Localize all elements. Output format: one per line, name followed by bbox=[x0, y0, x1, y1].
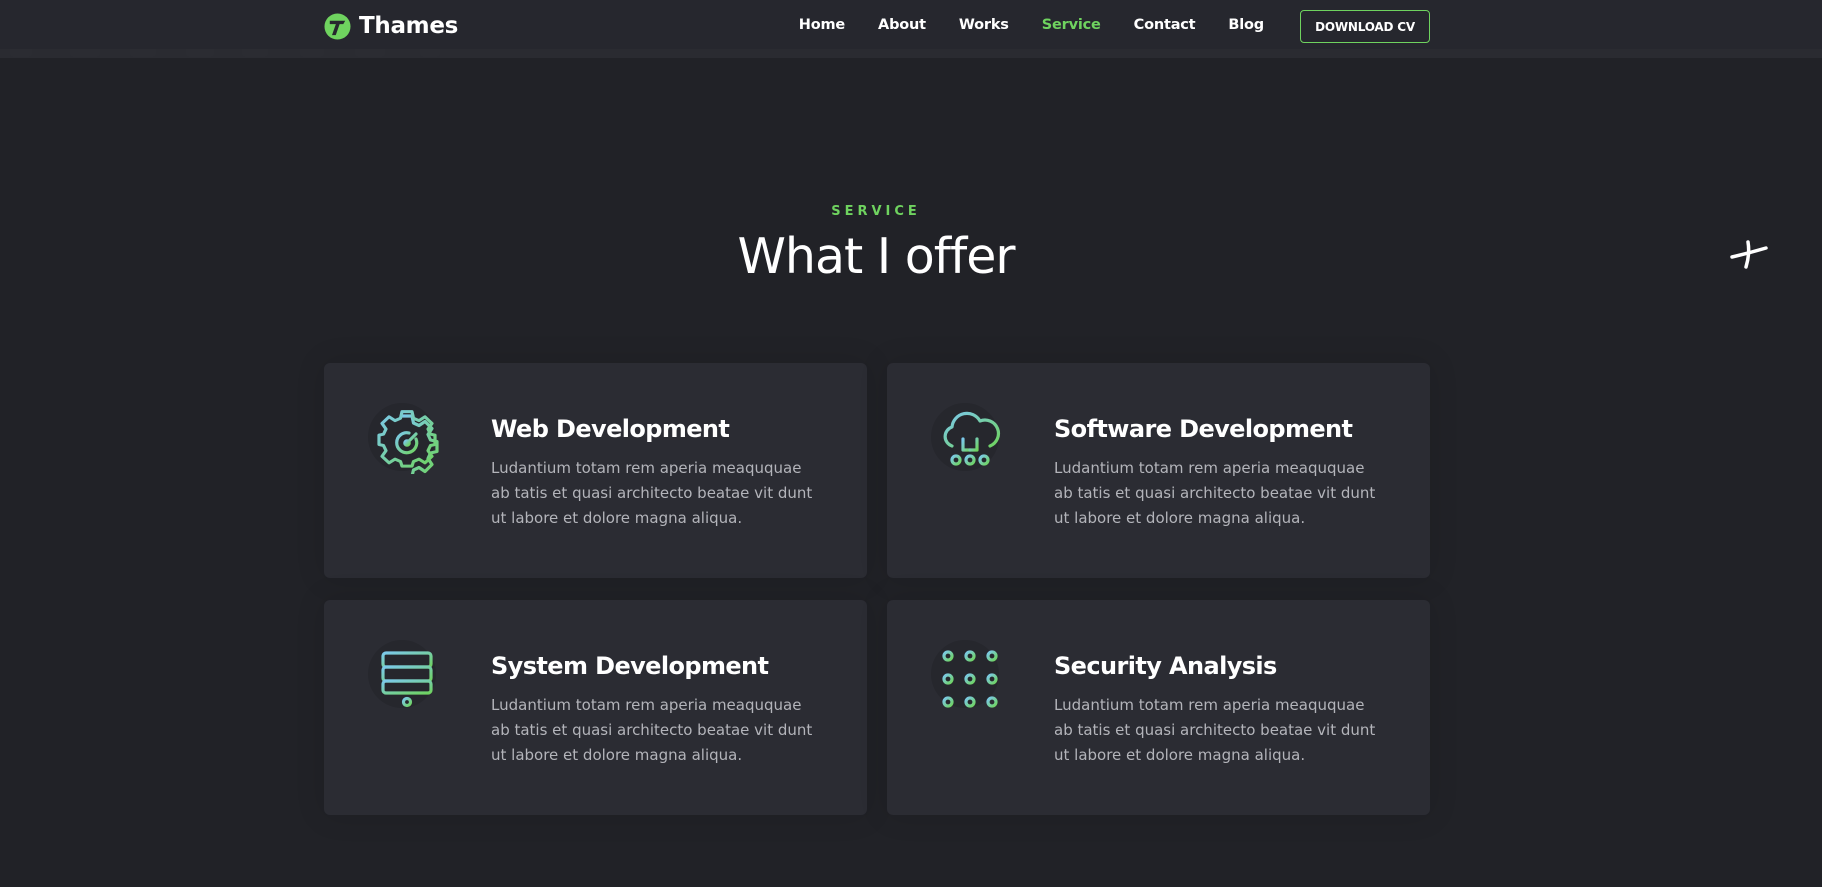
nav-about[interactable]: About bbox=[878, 17, 926, 33]
nav-service[interactable]: Service bbox=[1042, 17, 1101, 33]
section-title: What I offer bbox=[737, 228, 1015, 285]
icon-circle bbox=[931, 640, 999, 708]
site-header: Thames Home About Works Service Contact … bbox=[0, 0, 1822, 58]
service-description: Ludantium totam rem aperia meaququae ab … bbox=[1054, 459, 1376, 527]
service-title: Web Development bbox=[491, 415, 730, 443]
service-description: Ludantium totam rem aperia meaququae ab … bbox=[491, 696, 813, 764]
service-description: Ludantium totam rem aperia meaququae ab … bbox=[1054, 696, 1376, 764]
service-description: Ludantium totam rem aperia meaququae ab … bbox=[491, 459, 813, 527]
icon-circle bbox=[931, 403, 1001, 471]
logo-text: Thames bbox=[359, 13, 459, 39]
nav-blog[interactable]: Blog bbox=[1228, 17, 1264, 33]
logo-mark-icon bbox=[324, 12, 351, 40]
header-inner: Thames Home About Works Service Contact … bbox=[324, 0, 1430, 50]
service-card-software-development[interactable]: Software Development Ludantium totam rem… bbox=[887, 363, 1430, 578]
nav-contact[interactable]: Contact bbox=[1134, 17, 1196, 33]
server-icon bbox=[381, 651, 433, 708]
service-card-security-analysis[interactable]: Security Analysis Ludantium totam rem ap… bbox=[887, 600, 1430, 815]
circuit-icon bbox=[942, 650, 998, 708]
nav-home[interactable]: Home bbox=[799, 17, 845, 33]
icon-circle bbox=[368, 403, 439, 474]
service-title: Software Development bbox=[1054, 415, 1353, 443]
download-cv-button[interactable]: DOWNLOAD CV bbox=[1300, 10, 1430, 43]
service-title: System Development bbox=[491, 652, 769, 680]
gear-icon bbox=[377, 410, 439, 474]
sparkle-decoration-icon bbox=[1730, 240, 1768, 269]
service-card-web-development[interactable]: Web Development Ludantium totam rem aper… bbox=[324, 363, 867, 578]
section-subtitle: SERVICE bbox=[831, 204, 921, 219]
logo[interactable]: Thames bbox=[324, 12, 458, 40]
service-title: Security Analysis bbox=[1054, 652, 1277, 680]
icon-circle bbox=[368, 640, 436, 708]
service-card-system-development[interactable]: System Development Ludantium totam rem a… bbox=[324, 600, 867, 815]
main-nav: Home About Works Service Contact Blog bbox=[799, 0, 1264, 50]
cloud-network-icon bbox=[943, 411, 1001, 466]
nav-works[interactable]: Works bbox=[959, 17, 1009, 33]
